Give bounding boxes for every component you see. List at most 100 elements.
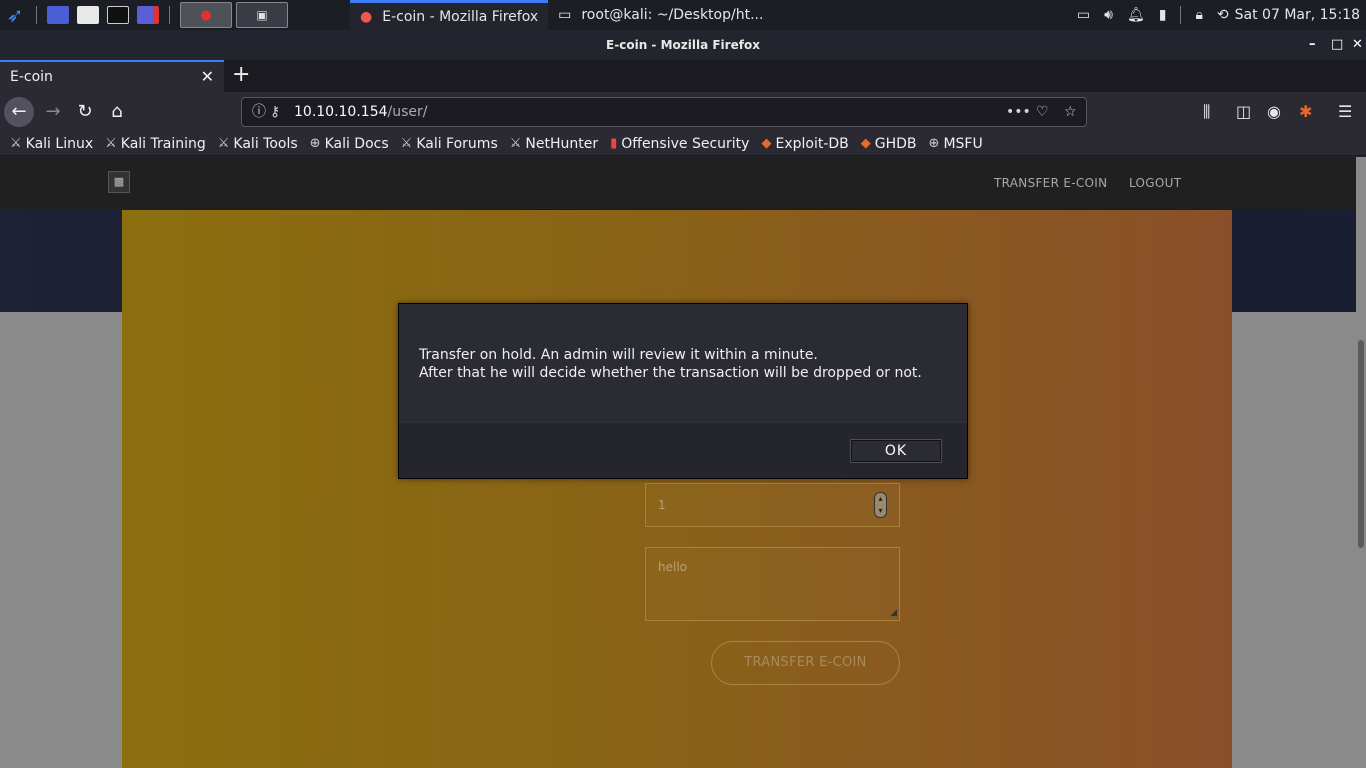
alert-message: Transfer on hold. An admin will review i… [419,346,922,382]
pocket-icon[interactable]: ♡ [1036,98,1049,126]
message-textarea[interactable]: hello ◢ [645,547,900,621]
account-icon[interactable]: ◉ [1267,92,1281,132]
scrollbar-thumb[interactable] [1358,340,1364,548]
nav-logout-link[interactable]: LOGOUT [1129,157,1181,209]
battery-icon[interactable]: ▮ [1159,7,1167,23]
bookmark-label: Kali Docs [324,135,389,152]
nav-transfer-link[interactable]: TRANSFER E-COIN [994,157,1107,209]
offsec-icon: ▮ [610,136,618,151]
new-tab-button[interactable]: + [232,60,250,92]
exploitdb-icon: ◆ [860,136,871,151]
ok-button[interactable]: OK [850,439,942,463]
close-window-button[interactable]: ✕ [1352,30,1363,60]
globe-icon: ⊕ [309,136,321,151]
kali-icon: ⚔︎ [217,136,230,151]
alert-line-2: After that he will decide whether the tr… [419,365,922,381]
bookmark-exploit-db[interactable]: ◆ Exploit-DB [761,136,848,152]
task-firefox[interactable]: ● E-coin - Mozilla Firefox [350,0,549,30]
amount-value: 1 [658,498,666,512]
notification-bell-icon[interactable]: 🔔︎ [1127,7,1145,23]
firefox-icon: ● [360,8,373,25]
terminal-icon: ▭ [558,7,572,23]
maximize-button[interactable]: □ [1331,30,1343,60]
alert-footer: OK [399,422,967,478]
kali-menu-icon[interactable]: ➶ [0,0,30,30]
bookmark-label: Kali Linux [25,135,94,152]
bookmark-label: Kali Tools [233,135,298,152]
workspace-1[interactable]: ● [180,2,232,28]
bookmark-label: Kali Forums [416,135,498,152]
clock[interactable]: Sat 07 Mar, 15:18 [1235,7,1360,23]
minimize-button[interactable]: – [1309,30,1316,60]
screen-recorder-launcher-icon[interactable] [137,6,159,24]
desktop-launcher-icon[interactable] [47,6,69,24]
url-bar[interactable]: ⓘ ⚷ 10.10.10.154/user/ ••• ♡ ☆ [241,97,1087,127]
taskbar-separator [1180,6,1182,24]
kali-icon: ⚔︎ [400,136,413,151]
bookmark-label: GHDB [874,135,917,152]
resize-handle-icon[interactable]: ◢ [890,608,897,618]
close-tab-icon[interactable]: ✕ [201,62,214,92]
bookmark-label: Offensive Security [621,135,750,152]
exploitdb-icon: ◆ [761,136,772,151]
reload-button[interactable]: ↻ [70,97,100,127]
page-scrollbar[interactable] [1356,157,1366,768]
alert-line-1: Transfer on hold. An admin will review i… [419,347,818,363]
transfer-submit-button[interactable]: TRANSFER E-COIN [711,641,900,685]
library-icon[interactable]: ⫼ [1203,92,1210,132]
bookmark-offensive-security[interactable]: ▮ Offensive Security [610,136,749,152]
bookmarks-toolbar: ⚔︎ Kali Linux ⚔︎ Kali Training ⚔︎ Kali Tool… [0,132,1366,156]
tab-label: E-coin [10,69,53,85]
lock-icon[interactable]: 🔒︎ [1195,7,1202,23]
terminal-icon: ▣ [256,8,268,22]
window-title: E-coin - Mozilla Firefox [606,38,760,52]
navigation-toolbar: ← → ↻ ⌂ ⓘ ⚷ 10.10.10.154/user/ ••• ♡ ☆ ⫼… [0,92,1366,132]
url-host: 10.10.10.154 [294,104,388,120]
bookmark-kali-linux[interactable]: ⚔︎ Kali Linux [10,136,93,152]
site-navbar: ▩ TRANSFER E-COIN LOGOUT [0,157,1366,209]
key-icon[interactable]: ⚷ [270,98,280,126]
sidebar-icon[interactable]: ◫ [1236,92,1251,132]
message-value: hello [658,560,687,574]
tab-strip: E-coin ✕ + [0,60,1366,92]
menu-icon[interactable]: ☰ [1338,92,1352,132]
back-button[interactable]: ← [4,97,34,127]
alert-dialog: Transfer on hold. An admin will review i… [398,303,968,479]
bookmark-kali-tools[interactable]: ⚔︎ Kali Tools [218,136,298,152]
bookmark-nethunter[interactable]: ⚔︎ NetHunter [510,136,598,152]
amount-input[interactable]: 1 ▴ ▾ [645,483,900,527]
broken-image-icon[interactable]: ▩ [108,171,130,193]
bookmark-label: Exploit-DB [775,135,849,152]
bookmark-star-icon[interactable]: ☆ [1064,98,1077,126]
tab-ecoin[interactable]: E-coin ✕ [0,60,224,92]
terminal-launcher-icon[interactable] [107,6,129,24]
info-icon[interactable]: ⓘ [252,98,266,126]
firefox-icon: ● [200,7,212,23]
bookmark-kali-docs[interactable]: ⊕ Kali Docs [310,136,389,152]
bookmark-kali-forums[interactable]: ⚔︎ Kali Forums [401,136,498,152]
bookmark-msfu[interactable]: ⊕ MSFU [929,136,983,152]
display-icon[interactable]: ▭ [1077,7,1090,23]
task-label: E-coin - Mozilla Firefox [382,8,539,25]
taskbar-separator [36,6,37,24]
home-button[interactable]: ⌂ [102,97,132,127]
logout-icon[interactable]: ⟲ [1217,7,1229,23]
workspace-2[interactable]: ▣ [236,2,288,28]
volume-icon[interactable]: 🔊︎ [1104,7,1113,23]
system-taskbar: ➶ ● ▣ ● E-coin - Mozilla Firefox ▭ root@… [0,0,1366,30]
number-spinner-icon[interactable]: ▴ ▾ [874,492,887,518]
bookmark-label: Kali Training [120,135,206,152]
task-terminal[interactable]: ▭ root@kali: ~/Desktop/ht... [548,0,773,30]
file-manager-launcher-icon[interactable] [77,6,99,24]
bookmark-kali-training[interactable]: ⚔︎ Kali Training [105,136,206,152]
transfer-card: 1 ▴ ▾ hello ◢ TRANSFER E-COIN [122,210,1232,768]
bookmark-ghdb[interactable]: ◆ GHDB [861,136,917,152]
kali-icon: ⚔︎ [509,136,522,151]
forward-button[interactable]: → [38,97,68,127]
taskbar-separator [169,6,170,24]
extension-icon[interactable]: ✱ [1299,92,1312,132]
globe-icon: ⊕ [928,136,940,151]
bookmark-label: MSFU [943,135,983,152]
window-titlebar: E-coin - Mozilla Firefox – □ ✕ [0,30,1366,60]
page-actions-icon[interactable]: ••• [1006,98,1031,126]
